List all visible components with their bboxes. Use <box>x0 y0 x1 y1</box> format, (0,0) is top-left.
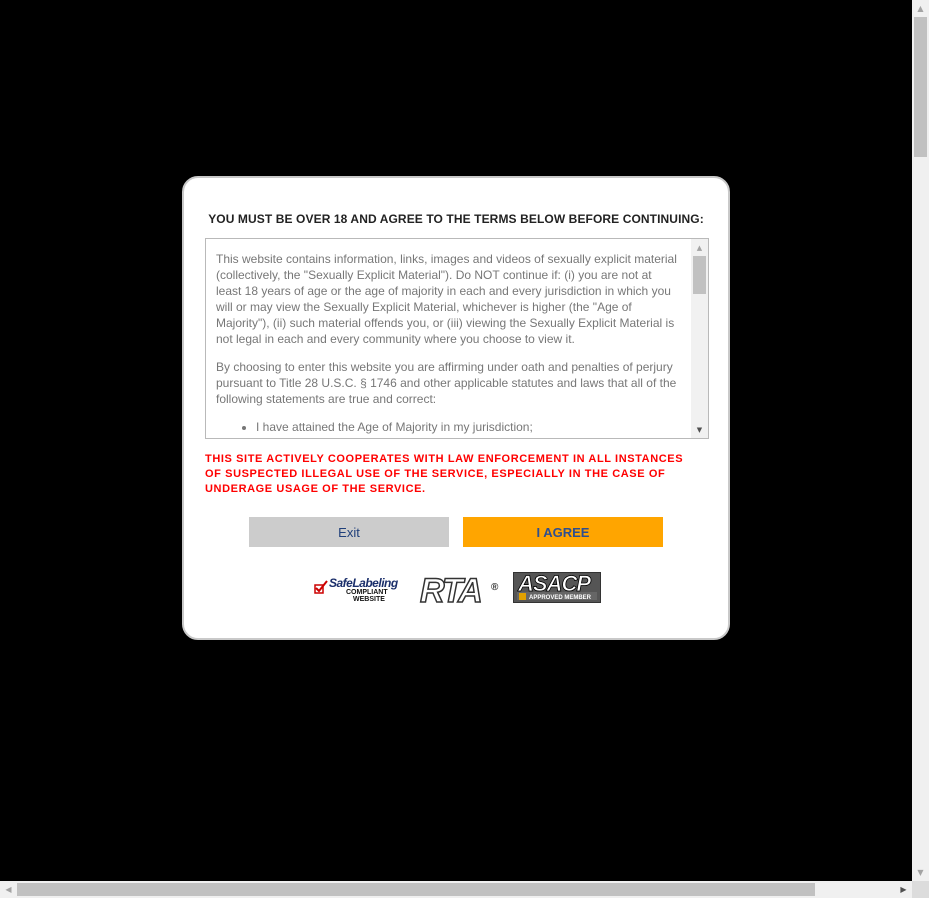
scroll-left-icon[interactable]: ◀ <box>0 881 17 898</box>
exit-button[interactable]: Exit <box>249 517 449 547</box>
checkbox-icon <box>519 593 526 600</box>
terms-scrollbar[interactable]: ▲ ▼ <box>691 239 708 438</box>
compliance-logos: SafeLabeling COMPLIANT WEBSITE RTA ® ASA… <box>184 571 728 612</box>
scroll-up-icon[interactable]: ▲ <box>912 0 929 17</box>
safelabeling-logo: SafeLabeling COMPLIANT WEBSITE <box>312 574 404 606</box>
asacp-logo: ASACP APPROVED MEMBER <box>513 571 601 603</box>
page-background: YOU MUST BE OVER 18 AND AGREE TO THE TER… <box>0 0 912 881</box>
scroll-down-arrow-icon[interactable]: ▼ <box>691 421 708 438</box>
scroll-up-arrow-icon[interactable]: ▲ <box>691 239 708 256</box>
terms-paragraph-2: By choosing to enter this website you ar… <box>216 360 677 406</box>
horizontal-scrollbar-thumb[interactable] <box>17 883 815 896</box>
scroll-right-icon[interactable]: ▶ <box>895 881 912 898</box>
rta-logo: RTA ® <box>419 571 499 611</box>
terms-paragraph-1: This website contains information, links… <box>216 252 677 346</box>
law-enforcement-warning: THIS SITE ACTIVELY COOPERATES WITH LAW E… <box>205 453 684 495</box>
terms-content: This website contains information, links… <box>216 251 680 435</box>
scrollbar-corner <box>912 881 929 898</box>
terms-scroll-box[interactable]: This website contains information, links… <box>205 238 709 439</box>
agree-button[interactable]: I AGREE <box>463 517 663 547</box>
page-horizontal-scrollbar[interactable]: ◀ ▶ <box>0 881 912 898</box>
checkmark-icon <box>314 580 328 594</box>
modal-title: YOU MUST BE OVER 18 AND AGREE TO THE TER… <box>208 212 704 226</box>
page-vertical-scrollbar[interactable]: ▲ ▼ <box>912 0 929 881</box>
terms-scrollbar-thumb[interactable] <box>693 256 706 294</box>
terms-list: I have attained the Age of Majority in m… <box>216 419 680 435</box>
list-item: I have attained the Age of Majority in m… <box>256 419 680 435</box>
scroll-down-icon[interactable]: ▼ <box>912 864 929 881</box>
age-verification-modal: YOU MUST BE OVER 18 AND AGREE TO THE TER… <box>182 176 730 640</box>
vertical-scrollbar-thumb[interactable] <box>914 17 927 157</box>
